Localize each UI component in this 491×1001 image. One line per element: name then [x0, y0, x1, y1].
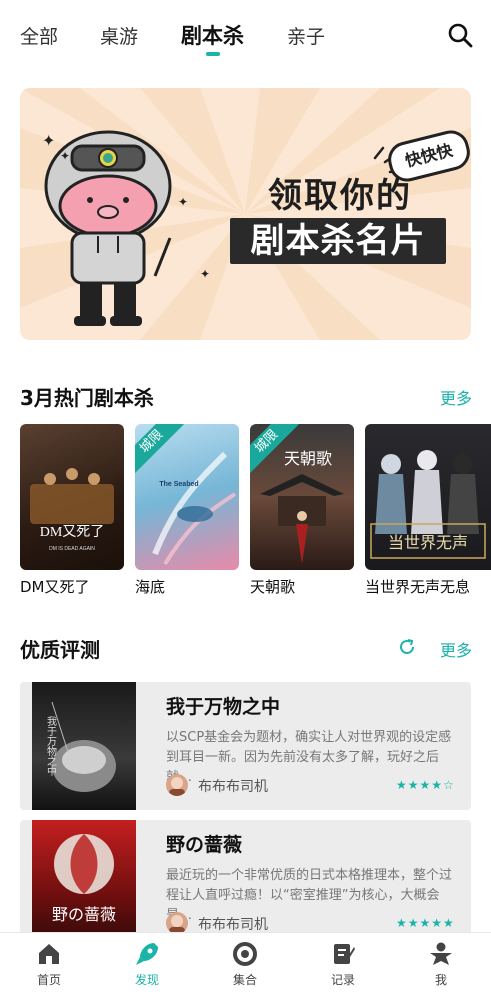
tab-family[interactable]: 亲子	[287, 22, 325, 49]
poster-art: DM又死了 DM IS DEAD AGAIN	[30, 468, 114, 552]
nav-label: 首页	[36, 973, 61, 987]
review-author: 布布布司机	[198, 917, 268, 933]
review-cover: 野の蔷薇	[32, 820, 136, 948]
poster-title-text: 当世界无声	[388, 534, 468, 552]
poster-seabed[interactable]: The Seabed 城限	[135, 424, 239, 570]
rating-stars: ★★★★★	[396, 916, 455, 930]
nav-label: 集合	[232, 973, 257, 987]
banner-title-line2: 剧本杀名片	[230, 218, 446, 264]
avatar-icon	[169, 915, 185, 934]
rating-stars: ★★★★☆	[396, 778, 455, 792]
poster-title-text: The Seabed	[159, 481, 198, 488]
svg-text:✦: ✦	[60, 149, 70, 163]
avatar	[166, 912, 188, 934]
poster-tianchaoge[interactable]: 天朝歌 城限	[250, 424, 354, 570]
svg-text:✦: ✦	[42, 131, 55, 150]
poster-dm-dead-again[interactable]: DM又死了 DM IS DEAD AGAIN	[20, 424, 124, 570]
review-title: 我于万物之中	[166, 696, 281, 718]
cover-art: 我于万物之中	[45, 701, 116, 792]
refresh-icon[interactable]	[398, 638, 416, 656]
circle-icon	[233, 942, 257, 966]
hot-section-title: 3月热门剧本杀	[20, 386, 154, 410]
meeple-icon	[430, 942, 452, 965]
nav-label: 记录	[330, 973, 355, 987]
note-icon	[334, 944, 355, 964]
tab-all[interactable]: 全部	[20, 22, 58, 49]
banner-title-line1: 领取你的	[268, 176, 412, 216]
nav-discover[interactable]: 发现	[98, 933, 196, 1001]
nav-home[interactable]: 首页	[0, 933, 98, 1001]
poster-silent-world[interactable]: 当世界无声	[365, 424, 491, 570]
nav-me[interactable]: 我	[392, 933, 490, 1001]
poster-label[interactable]: 海底	[135, 576, 165, 597]
hot-more-link[interactable]: 更多	[440, 385, 472, 409]
poster-art: 当世界无声	[370, 450, 486, 559]
review-cover: 我于万物之中	[32, 682, 136, 810]
top-navigation: 全部 桌游 剧本杀 亲子	[0, 0, 491, 72]
cover-title-text: 野の蔷薇	[52, 906, 116, 924]
poster-label[interactable]: 当世界无声无息	[365, 576, 470, 597]
svg-text:✦: ✦	[200, 267, 210, 281]
avatar-icon	[169, 777, 185, 796]
nav-label: 我	[434, 973, 447, 987]
poster-title-text: 天朝歌	[284, 450, 332, 468]
rocket-icon	[136, 943, 158, 965]
cover-art: 野の蔷薇	[52, 834, 116, 924]
svg-text:✦: ✦	[178, 195, 188, 209]
promo-banner[interactable]: ✦ ✦ ✦ ✦ 快快快 领取你的 剧本杀名片	[20, 88, 471, 340]
poster-subtitle-text: DM IS DEAD AGAIN	[49, 546, 95, 552]
active-tab-indicator	[206, 52, 220, 56]
tab-board-games[interactable]: 桌游	[100, 22, 138, 49]
reviews-more-link[interactable]: 更多	[440, 637, 472, 661]
nav-collection[interactable]: 集合	[196, 933, 294, 1001]
bottom-navigation: 首页 发现 集合 记录 我	[0, 932, 491, 1001]
home-icon	[39, 944, 59, 964]
review-title: 野の蔷薇	[166, 834, 243, 856]
poster-label[interactable]: 天朝歌	[250, 576, 295, 597]
cover-title-text: 我于万物之中	[45, 716, 57, 777]
reviews-section-title: 优质评测	[20, 638, 100, 662]
review-card[interactable]: 野の蔷薇 野の蔷薇 最近玩的一个非常优质的日式本格推理本，整个过程让人直呼过瘾！…	[20, 820, 471, 948]
poster-label[interactable]: DM又死了	[20, 576, 90, 597]
nav-record[interactable]: 记录	[294, 933, 392, 1001]
tab-murder-mystery[interactable]: 剧本杀	[181, 20, 244, 50]
poster-title-text: DM又死了	[40, 524, 105, 540]
nav-label: 发现	[134, 973, 159, 987]
review-card[interactable]: 我于万物之中 我于万物之中 以SCP基金会为题材，确实让人对世界观的设定感到耳目…	[20, 682, 471, 810]
avatar	[166, 774, 188, 796]
review-author: 布布布司机	[198, 779, 268, 795]
search-icon[interactable]	[447, 22, 473, 48]
